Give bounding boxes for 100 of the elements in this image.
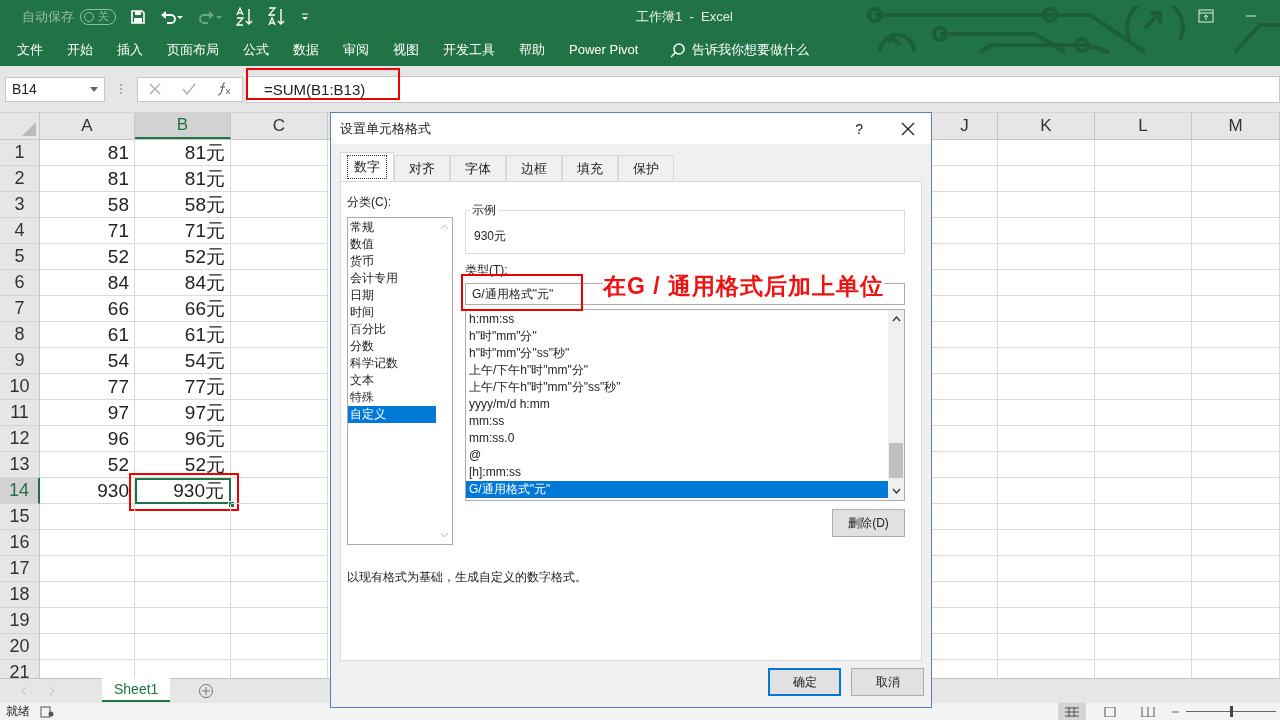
delete-button[interactable]: 删除(D) (832, 509, 905, 537)
table-cell[interactable] (231, 140, 328, 166)
table-cell[interactable] (40, 556, 135, 582)
format-item[interactable]: h:mm:ss (466, 311, 888, 328)
table-cell[interactable] (1095, 556, 1192, 582)
table-cell[interactable] (1192, 556, 1280, 582)
table-cell[interactable] (1095, 634, 1192, 660)
name-box[interactable]: B14 (5, 76, 105, 102)
redo-icon[interactable] (198, 8, 222, 25)
table-cell[interactable] (998, 400, 1095, 426)
undo-icon[interactable] (160, 8, 184, 25)
table-cell[interactable] (231, 192, 328, 218)
format-item[interactable]: h"时"mm"分"ss"秒" (466, 345, 888, 362)
row-header[interactable]: 8 (0, 322, 40, 348)
ok-button[interactable]: 确定 (768, 668, 841, 696)
table-cell[interactable]: 52 (40, 244, 135, 270)
format-item[interactable]: 上午/下午h"时"mm"分"ss"秒" (466, 379, 888, 396)
row-header[interactable]: 16 (0, 530, 40, 556)
ribbon-tab[interactable]: 审阅 (343, 40, 369, 59)
table-cell[interactable] (40, 634, 135, 660)
format-item[interactable]: mm:ss.0 (466, 430, 888, 447)
table-cell[interactable] (231, 348, 328, 374)
row-header[interactable]: 14 (0, 478, 40, 504)
table-cell[interactable] (998, 582, 1095, 608)
table-cell[interactable] (1192, 296, 1280, 322)
column-header[interactable]: M (1192, 113, 1280, 139)
ribbon-tab[interactable]: 数据 (293, 40, 319, 59)
table-cell[interactable]: 96元 (135, 426, 231, 452)
table-cell[interactable] (40, 582, 135, 608)
table-cell[interactable]: 84 (40, 270, 135, 296)
ribbon-tab[interactable]: 页面布局 (167, 40, 219, 59)
macro-record-icon[interactable] (40, 705, 54, 718)
format-item[interactable]: [h]:mm:ss (466, 464, 888, 481)
table-cell[interactable]: 930 (40, 478, 135, 504)
table-cell[interactable]: 81元 (135, 166, 231, 192)
customize-caret-icon[interactable] (300, 11, 310, 22)
table-cell[interactable] (1095, 296, 1192, 322)
table-cell[interactable]: 54元 (135, 348, 231, 374)
sort-descending-icon[interactable] (268, 6, 286, 27)
formula-input[interactable]: =SUM(B1:B13) (246, 75, 1280, 103)
table-cell[interactable] (998, 348, 1095, 374)
format-item[interactable]: 上午/下午h"时"mm"分" (466, 362, 888, 379)
table-cell[interactable] (231, 530, 328, 556)
table-cell[interactable]: 52元 (135, 244, 231, 270)
table-cell[interactable] (135, 608, 231, 634)
category-item[interactable]: 文本 (348, 372, 436, 389)
table-cell[interactable]: 71 (40, 218, 135, 244)
table-cell[interactable]: 97 (40, 400, 135, 426)
ribbon-tab[interactable]: 公式 (243, 40, 269, 59)
add-sheet-icon[interactable] (198, 683, 215, 699)
zoom-thumb[interactable] (1230, 706, 1233, 717)
ribbon-tab[interactable]: 开发工具 (443, 40, 495, 59)
category-item[interactable]: 数值 (348, 236, 436, 253)
table-cell[interactable] (1095, 140, 1192, 166)
table-cell[interactable] (1095, 322, 1192, 348)
dialog-tab[interactable]: 对齐 (394, 155, 450, 181)
row-header[interactable]: 7 (0, 296, 40, 322)
row-header[interactable]: 1 (0, 140, 40, 166)
scroll-down-icon[interactable] (891, 488, 901, 494)
close-icon[interactable] (901, 121, 915, 136)
help-button[interactable]: ? (855, 120, 863, 137)
table-cell[interactable] (231, 322, 328, 348)
table-cell[interactable]: 61元 (135, 322, 231, 348)
table-cell[interactable] (231, 582, 328, 608)
table-cell[interactable] (1192, 634, 1280, 660)
column-header[interactable]: B (135, 113, 231, 139)
table-cell[interactable] (998, 478, 1095, 504)
category-item[interactable]: 百分比 (348, 321, 436, 338)
table-cell[interactable] (231, 634, 328, 660)
table-cell[interactable] (231, 452, 328, 478)
category-item[interactable]: 特殊 (348, 389, 436, 406)
table-cell[interactable]: 71元 (135, 218, 231, 244)
table-cell[interactable] (135, 556, 231, 582)
category-item[interactable]: 时间 (348, 304, 436, 321)
table-cell[interactable] (40, 530, 135, 556)
table-cell[interactable] (998, 504, 1095, 530)
table-cell[interactable] (1192, 166, 1280, 192)
table-cell[interactable] (231, 244, 328, 270)
previous-sheet-icon[interactable] (20, 686, 28, 696)
row-header[interactable]: 15 (0, 504, 40, 530)
tell-me-search[interactable]: 告诉我你想要做什么 (670, 40, 810, 59)
normal-view-button[interactable] (1058, 703, 1086, 720)
table-cell[interactable] (1095, 582, 1192, 608)
row-header[interactable]: 10 (0, 374, 40, 400)
table-cell[interactable] (1192, 478, 1280, 504)
dialog-tab[interactable]: 边框 (506, 155, 562, 181)
table-cell[interactable] (1095, 452, 1192, 478)
save-icon[interactable] (130, 8, 146, 25)
table-cell[interactable] (1095, 426, 1192, 452)
ribbon-display-icon[interactable] (1198, 9, 1214, 23)
table-cell[interactable] (998, 556, 1095, 582)
category-item[interactable]: 会计专用 (348, 270, 436, 287)
table-cell[interactable] (1192, 452, 1280, 478)
row-header[interactable]: 11 (0, 400, 40, 426)
ribbon-tab[interactable]: 开始 (67, 40, 93, 59)
table-cell[interactable] (1192, 270, 1280, 296)
table-cell[interactable]: 58元 (135, 192, 231, 218)
dialog-tab[interactable]: 数字 (340, 152, 394, 181)
sort-ascending-icon[interactable] (236, 6, 254, 27)
table-cell[interactable]: 81元 (135, 140, 231, 166)
